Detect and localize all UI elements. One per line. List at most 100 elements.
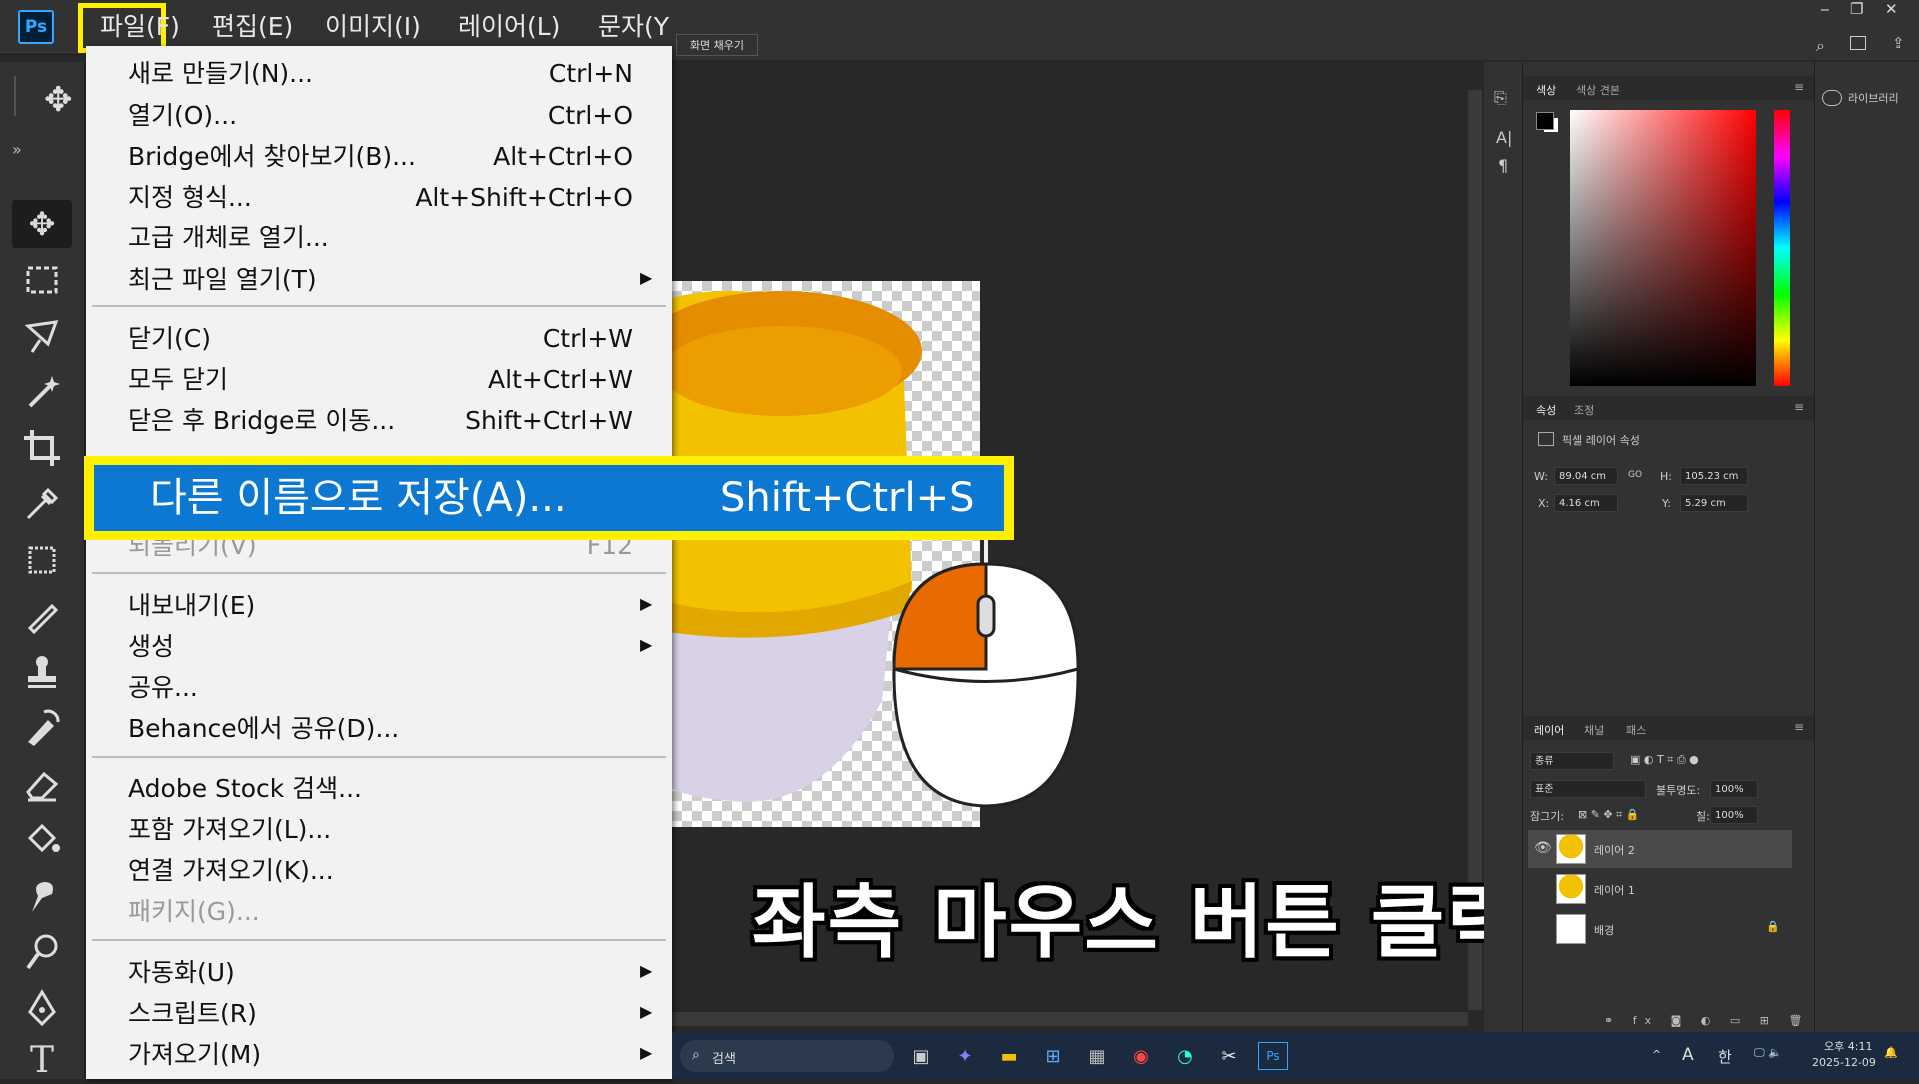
workspace-icon[interactable] <box>1850 36 1866 50</box>
menu-item-share[interactable]: 공유... <box>128 668 198 708</box>
paint-bucket-tool-icon[interactable] <box>12 816 72 864</box>
menu-item-open-as[interactable]: 지정 형식... <box>128 178 252 218</box>
menu-edit[interactable]: 편집(E) <box>212 8 293 46</box>
tab-adjustments[interactable]: 조정 <box>1574 402 1594 418</box>
tab-color[interactable]: 색상 <box>1536 82 1556 98</box>
tab-channels[interactable]: 채널 <box>1584 722 1604 738</box>
network-volume-icon[interactable]: 🖵 🔈 <box>1754 1046 1782 1060</box>
menu-item-share-behance[interactable]: Behance에서 공유(D)... <box>128 709 399 749</box>
frame-tool-icon[interactable] <box>12 536 72 584</box>
opacity-field[interactable]: 100% <box>1710 780 1758 798</box>
snipping-tool-icon[interactable]: ✂ <box>1214 1042 1244 1070</box>
magic-wand-tool-icon[interactable] <box>12 368 72 416</box>
layer-name[interactable]: 레이어 1 <box>1594 882 1635 898</box>
brush-tool-icon[interactable] <box>12 592 72 640</box>
chevron-up-icon[interactable]: ^ <box>1652 1048 1661 1061</box>
history-icon[interactable]: ⎘ <box>1494 88 1507 108</box>
tab-swatches[interactable]: 색상 견본 <box>1576 82 1620 98</box>
menu-item-import[interactable]: 가져오기(M) <box>128 1035 261 1075</box>
menu-item-new[interactable]: 새로 만들기(N)... <box>128 54 313 94</box>
tab-paths[interactable]: 패스 <box>1626 722 1646 738</box>
history-brush-tool-icon[interactable] <box>12 704 72 752</box>
menu-item-open-smart-object[interactable]: 고급 개체로 열기... <box>128 218 329 258</box>
stamp-tool-icon[interactable] <box>12 648 72 696</box>
hue-slider[interactable] <box>1774 110 1790 386</box>
layer-name[interactable]: 배경 <box>1594 922 1614 938</box>
width-field[interactable]: 89.04 cm <box>1554 467 1618 485</box>
menu-item-place-linked[interactable]: 연결 가져오기(K)... <box>128 851 334 891</box>
eraser-tool-icon[interactable] <box>12 760 72 808</box>
layer-filter-icons[interactable]: ▣ ◐ T ⌗ ⎙ ● <box>1630 753 1699 767</box>
menu-item-export[interactable]: 내보내기(E) <box>128 586 255 626</box>
toolbar-grip[interactable] <box>14 76 16 116</box>
menu-item-place-embedded[interactable]: 포함 가져오기(L)... <box>128 810 331 850</box>
visibility-eye-icon[interactable]: 👁 <box>1534 840 1552 856</box>
library-label[interactable]: 라이브러리 <box>1848 90 1899 106</box>
taskbar-date[interactable]: 2025-12-09 <box>1812 1056 1876 1069</box>
edge-icon[interactable]: ◔ <box>1170 1042 1200 1070</box>
menu-file[interactable]: 파일(F) <box>100 8 180 46</box>
smudge-tool-icon[interactable] <box>12 872 72 920</box>
menu-item-automate[interactable]: 자동화(U) <box>128 953 235 993</box>
fill-screen-button[interactable]: 화면 채우기 <box>676 34 758 56</box>
restore-icon[interactable]: ❐ <box>1850 0 1863 18</box>
layer-filter-dropdown[interactable]: 종류 <box>1530 752 1614 770</box>
search-icon[interactable]: ⌕ <box>1816 36 1825 56</box>
photoshop-taskbar-icon[interactable]: Ps <box>1258 1042 1288 1070</box>
height-field[interactable]: 105.23 cm <box>1680 467 1748 485</box>
color-field[interactable] <box>1570 110 1756 386</box>
chrome-icon[interactable]: ◉ <box>1126 1042 1156 1070</box>
menu-layer[interactable]: 레이어(L) <box>458 8 560 46</box>
panel-menu-icon[interactable]: ≡ <box>1794 720 1804 734</box>
y-field[interactable]: 5.29 cm <box>1680 494 1748 512</box>
expand-toolbar-icon[interactable]: » <box>12 140 22 159</box>
layer-actions-icons[interactable]: ⚭ fx ◙ ◐ ▭ ⊞ 🗑 <box>1604 1014 1810 1027</box>
notification-icon[interactable]: 🔔 <box>1884 1046 1898 1059</box>
menu-item-generate[interactable]: 생성 <box>128 627 174 667</box>
menu-item-adobe-stock[interactable]: Adobe Stock 검색... <box>128 769 362 809</box>
taskbar-time[interactable]: 오후 4:11 <box>1824 1038 1872 1054</box>
dodge-tool-icon[interactable] <box>12 928 72 976</box>
move-tool-icon[interactable]: ✥ <box>12 200 72 248</box>
copilot-icon[interactable]: ✦ <box>950 1042 980 1070</box>
panel-menu-icon[interactable]: ≡ <box>1794 400 1804 414</box>
calculator-icon[interactable]: ▦ <box>1082 1042 1112 1070</box>
ime-han[interactable]: 한 <box>1718 1046 1732 1067</box>
share-icon[interactable]: ⇪ <box>1892 34 1905 52</box>
layer-name[interactable]: 레이어 2 <box>1594 842 1635 858</box>
task-view-icon[interactable]: ▣ <box>906 1042 936 1070</box>
menu-item-close-all[interactable]: 모두 닫기 <box>128 360 228 400</box>
type-tool-icon[interactable]: T <box>12 1036 72 1084</box>
eyedropper-tool-icon[interactable] <box>12 480 72 528</box>
menu-image[interactable]: 이미지(I) <box>325 8 421 46</box>
menu-type[interactable]: 문자(Y <box>598 8 669 46</box>
file-explorer-icon[interactable]: ▬ <box>994 1042 1024 1070</box>
foreground-color-swatch[interactable] <box>1536 112 1554 130</box>
lasso-tool-icon[interactable] <box>12 312 72 360</box>
store-icon[interactable]: ⊞ <box>1038 1042 1068 1070</box>
lock-icons[interactable]: ⊠ ✎ ✥ ⌗ 🔒 <box>1578 808 1640 822</box>
fill-field[interactable]: 100% <box>1710 806 1758 824</box>
character-icon[interactable]: A| <box>1496 128 1512 147</box>
menu-item-scripts[interactable]: 스크립트(R) <box>128 994 257 1034</box>
menu-item-open[interactable]: 열기(O)... <box>128 96 237 136</box>
menu-item-open-recent[interactable]: 최근 파일 열기(T) <box>128 260 317 300</box>
x-field[interactable]: 4.16 cm <box>1554 494 1618 512</box>
menu-item-close-go-bridge[interactable]: 닫은 후 Bridge로 이동... <box>128 401 395 441</box>
menu-item-package[interactable]: 패키지(G)... <box>128 892 260 932</box>
panel-menu-icon[interactable]: ≡ <box>1794 80 1804 94</box>
tab-layers[interactable]: 레이어 <box>1534 722 1564 738</box>
menu-item-close[interactable]: 닫기(C) <box>128 319 211 359</box>
crop-tool-icon[interactable] <box>12 424 72 472</box>
minimize-icon[interactable]: ‒ <box>1820 0 1830 18</box>
tab-properties[interactable]: 속성 <box>1536 402 1556 418</box>
link-dimensions-icon[interactable]: GO <box>1628 470 1642 480</box>
ime-a[interactable]: A <box>1682 1045 1694 1065</box>
pen-tool-icon[interactable] <box>12 984 72 1032</box>
close-icon[interactable]: ✕ <box>1885 0 1898 18</box>
canvas-horizontal-scrollbar[interactable] <box>672 1012 1468 1026</box>
paragraph-icon[interactable]: ¶ <box>1498 156 1508 175</box>
menu-item-browse-bridge[interactable]: Bridge에서 찾아보기(B)... <box>128 137 416 177</box>
marquee-tool-icon[interactable] <box>12 256 72 304</box>
blend-mode-dropdown[interactable]: 표준 <box>1530 780 1646 798</box>
